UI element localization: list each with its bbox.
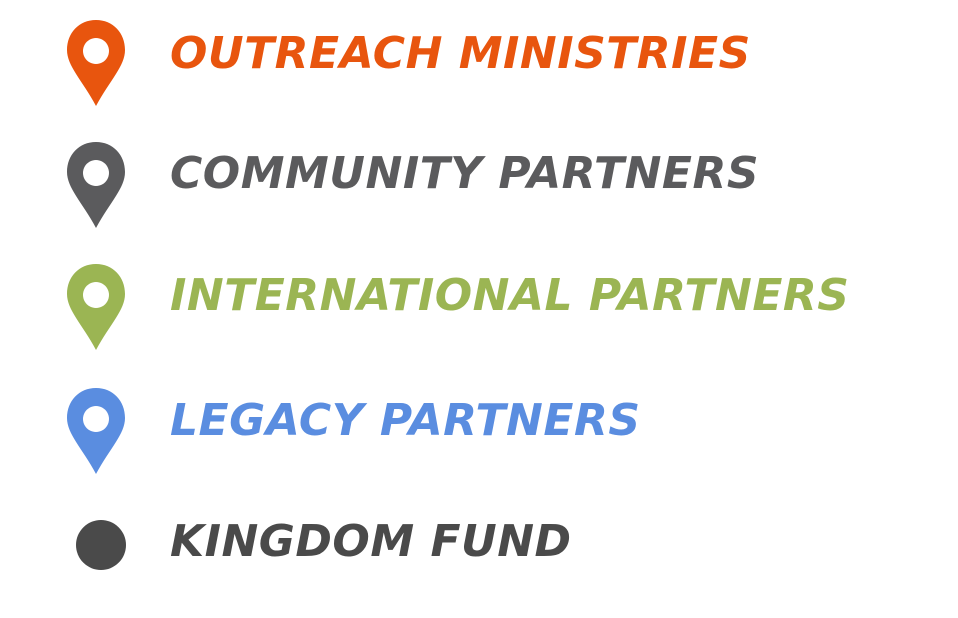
- map-pin-icon: [64, 140, 128, 230]
- legend-item-outreach-ministries: OUTREACH MINISTRIES: [0, 18, 958, 128]
- legend-item-international-partners: INTERNATIONAL PARTNERS: [0, 262, 958, 372]
- legend-label: LEGACY PARTNERS: [170, 395, 641, 446]
- map-pin-icon: [64, 18, 128, 108]
- legend-label: INTERNATIONAL PARTNERS: [170, 270, 850, 321]
- legend-label: OUTREACH MINISTRIES: [170, 28, 751, 79]
- legend-item-legacy-partners: LEGACY PARTNERS: [0, 386, 958, 496]
- legend-label: KINGDOM FUND: [170, 516, 572, 567]
- map-legend: OUTREACH MINISTRIES COMMUNITY PARTNERS I…: [0, 0, 958, 598]
- legend-label: COMMUNITY PARTNERS: [170, 148, 760, 199]
- dot-icon: [76, 520, 126, 570]
- map-pin-icon: [64, 386, 128, 476]
- legend-item-kingdom-fund: KINGDOM FUND: [0, 508, 958, 618]
- map-pin-icon: [64, 262, 128, 352]
- legend-item-community-partners: COMMUNITY PARTNERS: [0, 140, 958, 250]
